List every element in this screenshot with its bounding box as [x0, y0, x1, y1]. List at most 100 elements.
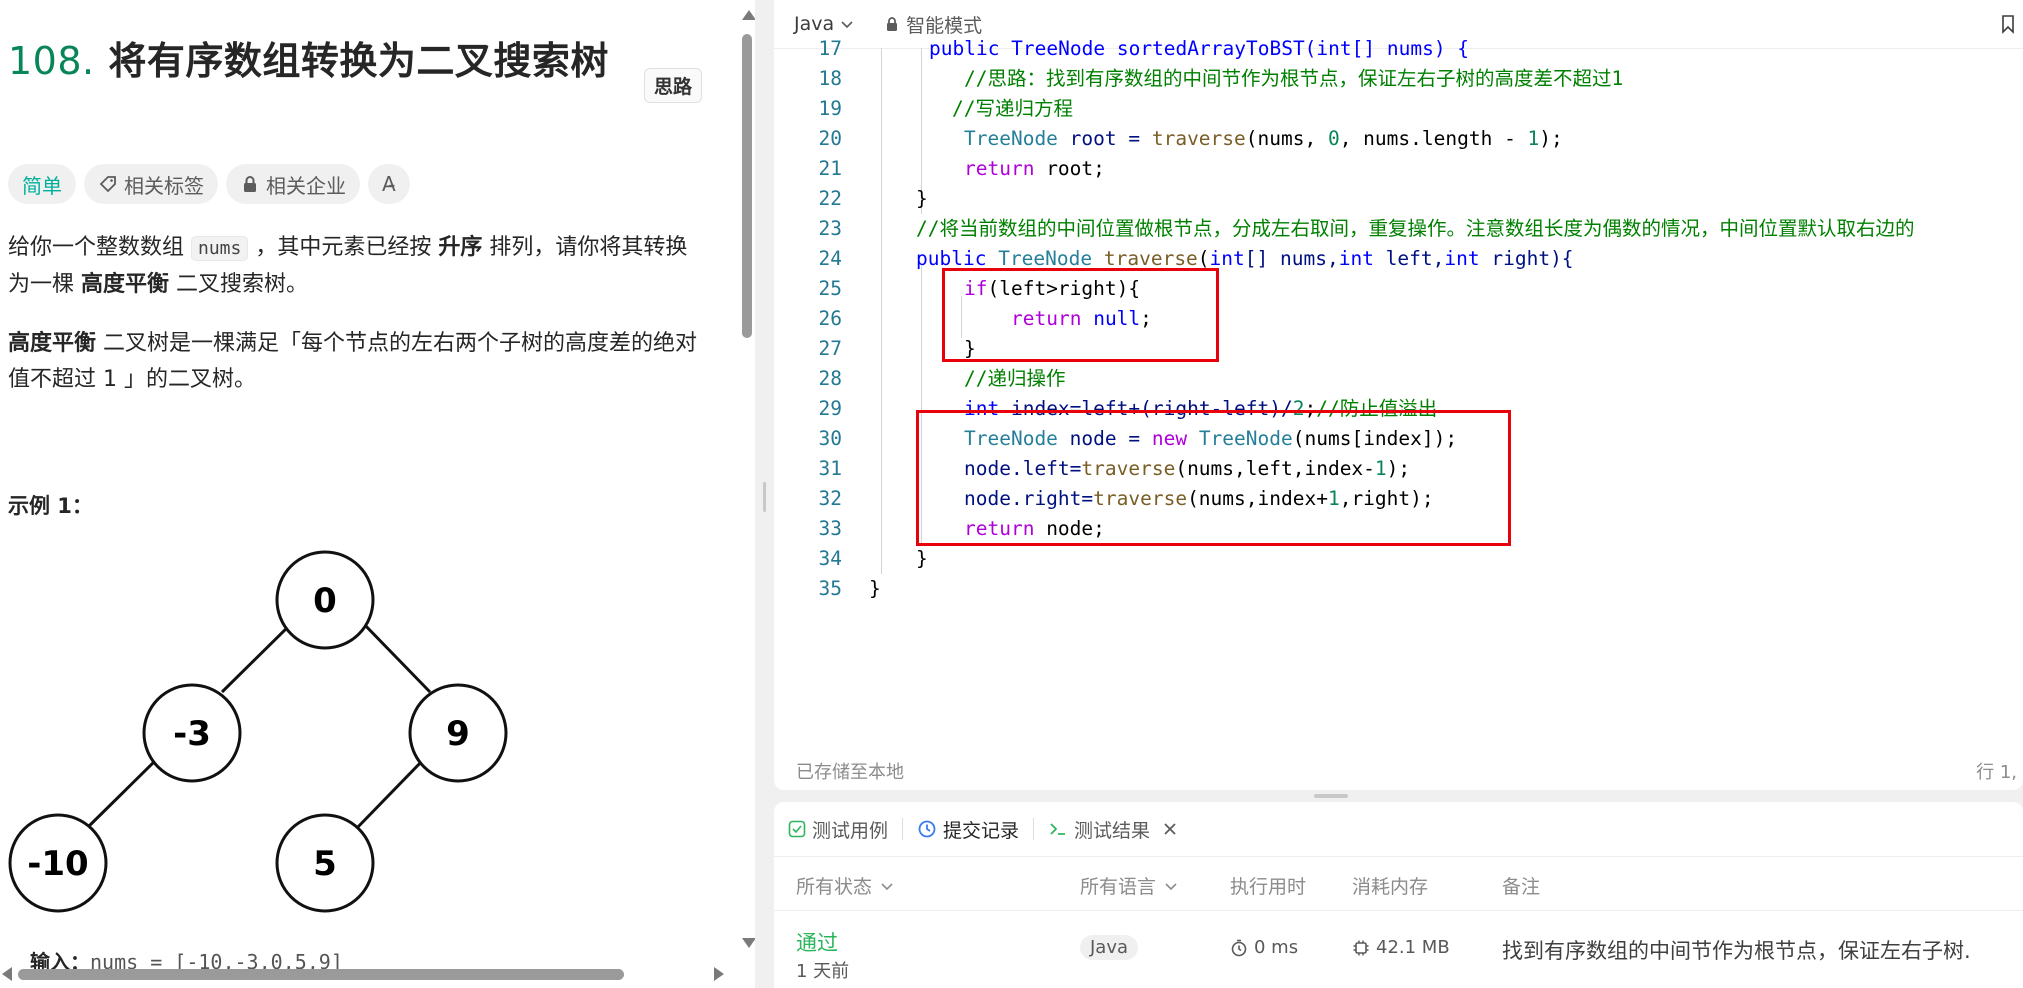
submission-memory: 42.1 MB: [1352, 937, 1450, 958]
tree-node-label: -10: [27, 844, 88, 884]
scroll-down-arrow-icon[interactable]: [742, 938, 755, 948]
scroll-right-arrow-icon[interactable]: [714, 967, 724, 981]
desc-bold: 高度平衡: [81, 272, 170, 297]
tag-icon: [99, 176, 116, 193]
lock-icon: [887, 17, 898, 31]
line-number: 33: [818, 517, 842, 540]
code-token: right){: [1479, 247, 1574, 270]
description-paragraph-1: 给你一个整数数组 nums ，其中元素已经按 升序 排列，请你将其转换为一棵 高…: [8, 230, 698, 303]
line-number: 22: [818, 187, 842, 210]
runtime-value: 0 ms: [1254, 937, 1299, 958]
code-text: return root;: [964, 154, 1105, 184]
line-number: 17: [818, 37, 842, 60]
desc-text: 二叉搜索树。: [169, 272, 309, 297]
line-number: 29: [818, 397, 842, 420]
splitter-grip[interactable]: [763, 482, 766, 512]
tab-submissions[interactable]: 提交记录: [903, 802, 1033, 856]
description-vertical-scrollbar[interactable]: [738, 0, 755, 960]
tab-test-results[interactable]: 测试结果: [1034, 802, 1192, 856]
line-number: 21: [818, 157, 842, 180]
tree-node: -10: [8, 813, 108, 913]
results-tabs: 测试用例 提交记录 测试结果: [774, 802, 2023, 857]
tab-testcases[interactable]: 测试用例: [774, 802, 902, 856]
close-icon[interactable]: [1162, 821, 1178, 837]
problem-panel: 108. 将有序数组转换为二叉搜索树 思路 简单 相关标签 相关企业 A̵ 给你…: [0, 0, 755, 988]
description-horizontal-scrollbar[interactable]: [0, 964, 738, 984]
cursor-position: 行 1,: [1976, 762, 2017, 783]
related-tags-button[interactable]: 相关标签: [84, 164, 218, 204]
stopwatch-icon: [1231, 939, 1247, 956]
translate-button[interactable]: A̵: [368, 164, 410, 204]
code-editor[interactable]: Java 智能模式 17 public TreeNode sortedArrayT…: [774, 0, 2023, 790]
line-number: 26: [818, 307, 842, 330]
scroll-up-arrow-icon[interactable]: [742, 10, 755, 20]
related-companies-button[interactable]: 相关企业: [226, 164, 360, 204]
code-text: }: [916, 547, 928, 570]
lock-icon: [244, 176, 256, 192]
submission-runtime: 0 ms: [1230, 937, 1298, 958]
difficulty-tag[interactable]: 简单: [8, 164, 76, 204]
code-text: TreeNode root = traverse(nums, 0, nums.l…: [964, 124, 1563, 154]
code-token: root;: [1034, 157, 1105, 180]
runtime-header: 执行用时: [1230, 876, 1307, 898]
code-token: );: [1539, 127, 1563, 150]
code-line: 19 //写递归方程: [774, 94, 2023, 124]
line-number: 19: [818, 97, 842, 120]
line-number: 27: [818, 337, 842, 360]
code-line: 23 //将当前数组的中间位置做根节点，分成左右取间，重复操作。注意数组长度为偶数…: [774, 214, 2023, 244]
code-token: public TreeNode sortedArrayToBST(int[] n…: [929, 37, 1470, 60]
code-text: public TreeNode sortedArrayToBST(int[] n…: [929, 34, 1469, 64]
code-token: , nums.length -: [1339, 127, 1528, 150]
language-filter[interactable]: 所有语言: [1080, 872, 1178, 899]
chevron-down-icon: [841, 21, 853, 29]
language-selector[interactable]: Java: [794, 13, 854, 35]
panel-splitter[interactable]: [755, 0, 774, 988]
code-line: 20 TreeNode root = traverse(nums, 0, nums…: [774, 124, 2023, 154]
tab-label: 测试用例: [812, 819, 889, 842]
status-filter[interactable]: 所有状态: [796, 872, 894, 899]
highlight-box-base-case: [942, 268, 1219, 362]
tree-node: 5: [275, 813, 375, 913]
code-token: traverse: [1151, 127, 1246, 150]
tree-node: 0: [275, 550, 375, 650]
problem-title: 108. 将有序数组转换为二叉搜索树: [8, 30, 609, 85]
header-label: 所有状态: [796, 876, 873, 898]
checkbox-icon: [788, 820, 806, 838]
line-number: 23: [818, 217, 842, 240]
code-token: int: [1338, 247, 1374, 270]
horizontal-splitter[interactable]: [1314, 794, 1348, 798]
hint-badge[interactable]: 思路: [644, 68, 703, 103]
scrollbar-thumb[interactable]: [742, 34, 752, 338]
desc-bold: 高度平衡: [8, 331, 97, 356]
submission-status[interactable]: 通过: [796, 927, 838, 957]
tree-node-label: 0: [313, 581, 337, 621]
desc-text: 二叉树是一棵满足「每个节点的左右两个子树的高度差的绝对值不超过 1 」的二叉树。: [8, 331, 698, 392]
problem-title-text: 将有序数组转换为二叉搜索树: [108, 39, 609, 83]
chevron-down-icon: [881, 882, 893, 890]
bookmark-icon[interactable]: [2001, 14, 2015, 34]
line-number: 18: [818, 67, 842, 90]
scroll-left-arrow-icon[interactable]: [2, 967, 12, 981]
tab-label: 测试结果: [1074, 819, 1151, 842]
line-number: 25: [818, 277, 842, 300]
desc-text: ，其中元素已经按: [248, 235, 439, 260]
code-line: 35}: [774, 574, 2023, 604]
code-token: TreeNode: [998, 247, 1093, 270]
example-title: 示例 1：: [8, 494, 93, 518]
code-line: 34}: [774, 544, 2023, 574]
code-token: TreeNode: [964, 127, 1058, 150]
line-number: 31: [818, 457, 842, 480]
tree-node-label: 9: [446, 714, 470, 754]
line-number: 30: [818, 427, 842, 450]
related-tags-label: 相关标签: [124, 173, 204, 198]
code-comment: //递归操作: [964, 367, 1066, 390]
problem-number: 108.: [8, 39, 95, 83]
code-token: return: [964, 157, 1035, 180]
scrollbar-thumb[interactable]: [18, 969, 624, 980]
code-token: [] nums,: [1244, 247, 1339, 270]
terminal-icon: [1050, 823, 1066, 835]
chevron-down-icon: [1165, 882, 1177, 890]
code-token: 1: [1527, 127, 1540, 150]
table-row[interactable]: 通过 1 天前 Java 0 ms 42.1 MB 找到有序数组的中间节作为根节…: [774, 910, 2023, 988]
